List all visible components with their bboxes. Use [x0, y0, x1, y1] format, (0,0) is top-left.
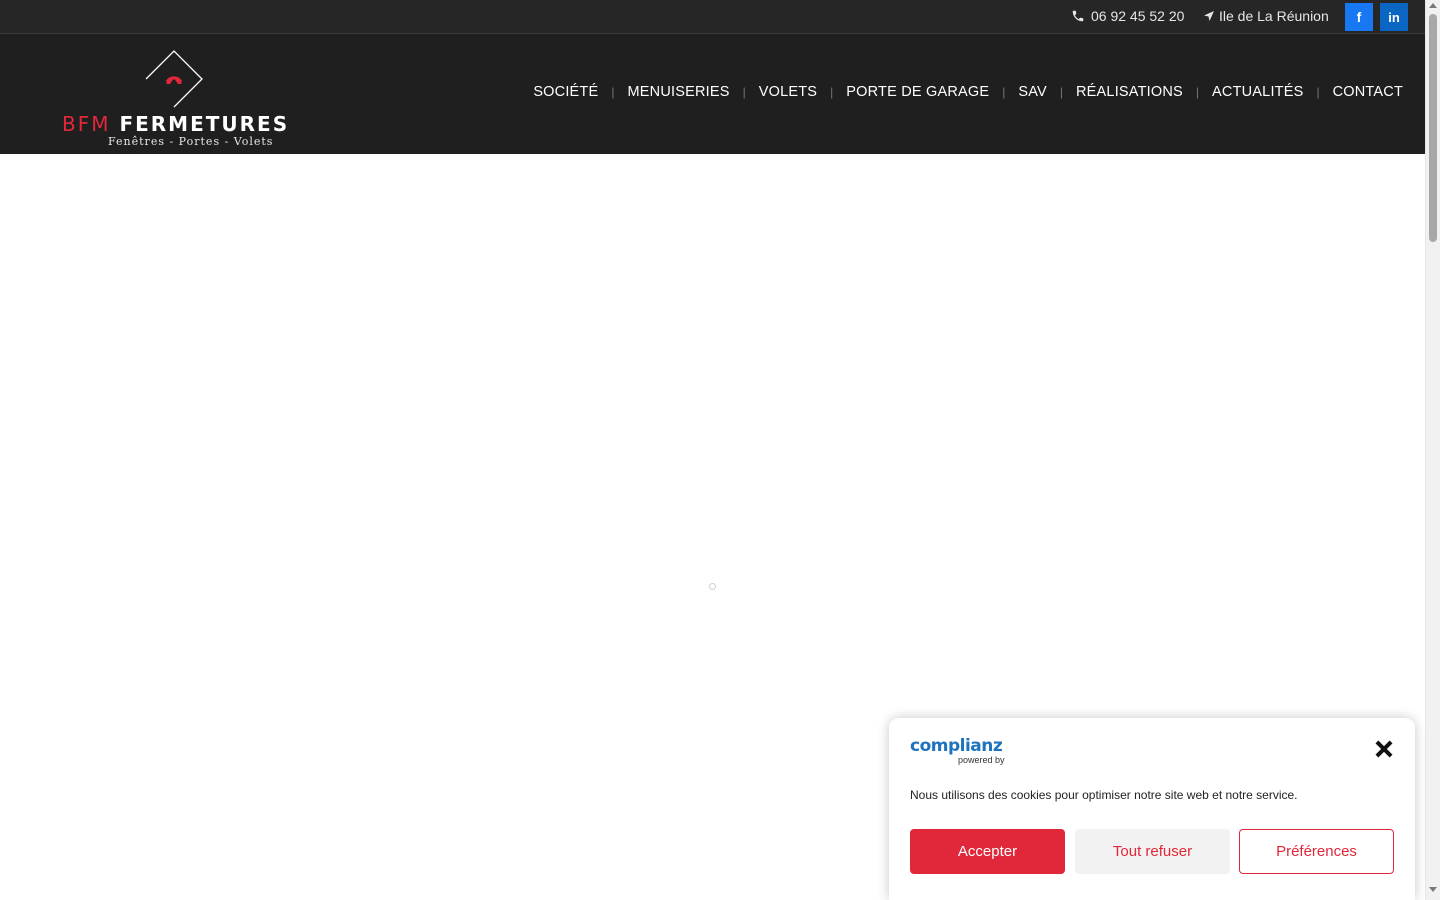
linkedin-button[interactable]: in — [1380, 3, 1408, 31]
nav-separator: | — [1195, 85, 1200, 99]
nav-separator: | — [1316, 85, 1320, 99]
location-link[interactable]: Ile de La Réunion — [1203, 8, 1329, 24]
loading-spinner — [709, 583, 716, 590]
close-icon[interactable] — [1375, 740, 1393, 758]
phone-icon — [1072, 10, 1084, 22]
nav-item-actualites[interactable]: ACTUALITÉS — [1212, 84, 1303, 100]
nav-item-contact[interactable]: CONTACT — [1333, 84, 1403, 100]
nav-separator: | — [742, 85, 746, 99]
scroll-up-icon[interactable] — [1429, 3, 1437, 8]
main-header: BFM FERMETURES Fenêtres - Portes - Volet… — [0, 34, 1425, 154]
phone-link[interactable]: 06 92 45 52 20 — [1071, 8, 1184, 24]
facebook-button[interactable]: f — [1345, 3, 1373, 31]
logo-brand-red: BFM — [62, 112, 111, 136]
nav-separator: | — [1059, 85, 1064, 99]
nav-item-societe[interactable]: SOCIÉTÉ — [533, 84, 598, 100]
nav-item-volets[interactable]: VOLETS — [759, 84, 817, 100]
logo-diamond-icon — [145, 50, 203, 108]
powered-by-text: powered by — [958, 755, 1005, 765]
main-nav: SOCIÉTÉ | MENUISERIES | VOLETS | PORTE D… — [533, 84, 1403, 100]
nav-item-sav[interactable]: SAV — [1018, 84, 1047, 100]
complianz-logo[interactable]: complianz powered by — [910, 736, 1005, 765]
location-text: Ile de La Réunion — [1219, 8, 1329, 24]
logo-tagline: Fenêtres - Portes - Volets — [108, 135, 274, 148]
accept-button[interactable]: Accepter — [910, 829, 1065, 874]
cookie-consent-banner: complianz powered by Nous utilisons des … — [889, 718, 1415, 900]
logo-brand-white: FERMETURES — [119, 112, 290, 136]
linkedin-icon: in — [1388, 9, 1400, 25]
logo-brand: BFM FERMETURES — [62, 112, 289, 136]
scrollbar-thumb[interactable] — [1429, 14, 1437, 242]
page-scrollbar[interactable] — [1425, 0, 1440, 900]
nav-separator: | — [830, 85, 834, 99]
cookie-message: Nous utilisons des cookies pour optimise… — [910, 788, 1298, 802]
facebook-icon: f — [1356, 9, 1362, 25]
top-bar: 06 92 45 52 20 Ile de La Réunion f in — [0, 0, 1425, 34]
nav-separator: | — [1002, 85, 1006, 99]
scroll-down-icon[interactable] — [1429, 887, 1437, 892]
deny-button[interactable]: Tout refuser — [1075, 829, 1230, 874]
location-arrow-icon — [1204, 11, 1214, 21]
preferences-button[interactable]: Préférences — [1239, 829, 1394, 874]
phone-number: 06 92 45 52 20 — [1091, 8, 1185, 24]
nav-item-realisations[interactable]: RÉALISATIONS — [1076, 84, 1183, 100]
nav-separator: | — [611, 85, 615, 99]
site-logo[interactable]: BFM FERMETURES Fenêtres - Portes - Volet… — [60, 46, 292, 148]
nav-item-porte-de-garage[interactable]: PORTE DE GARAGE — [846, 84, 989, 100]
nav-item-menuiseries[interactable]: MENUISERIES — [628, 84, 730, 100]
complianz-logo-text: complianz — [910, 736, 1003, 756]
